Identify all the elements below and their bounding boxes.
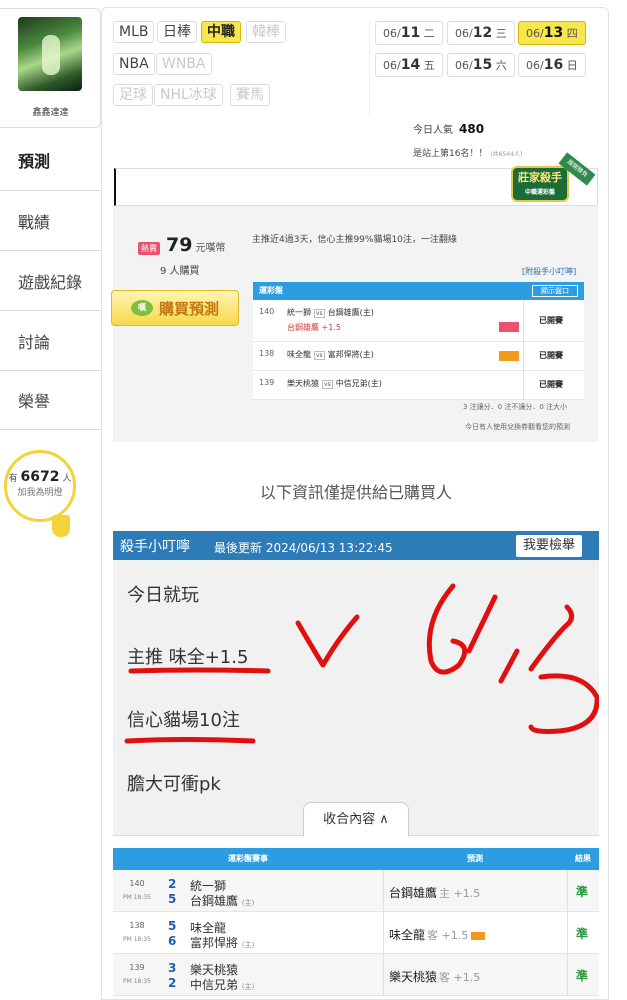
league-npb[interactable]: 日棒 — [157, 21, 197, 43]
handwritten-digit — [528, 673, 599, 734]
table-row: 140 統一獅 vs 台鋼雄鷹(主) 台鋼雄鷹 +1.5 已開賽 — [253, 300, 584, 342]
handwritten-slash — [466, 594, 498, 654]
coin-icon: 嘆 — [130, 300, 153, 316]
popularity-count: 480 — [459, 122, 485, 136]
username[interactable]: 鑫鑫達達 — [0, 105, 101, 118]
sidebar: 鑫鑫達達 預測 戰績 遊戲紀錄 討論 榮譽 有 6672 人 加我為明燈 — [0, 0, 101, 1000]
buy-prediction-button[interactable]: 嘆 購買預測 — [111, 290, 239, 326]
user-card[interactable]: 鑫鑫達達 — [0, 8, 101, 128]
buyers-count: 9 人購買 — [160, 266, 200, 277]
tag-icon — [471, 931, 486, 940]
table-row: 138 味全龍 vs 富邦悍將(主) 已開賽 — [253, 342, 584, 371]
avatar[interactable] — [18, 17, 82, 91]
note-updated: 最後更新 2024/06/13 13:22:45 — [214, 541, 393, 555]
league-nhl[interactable]: NHL冰球 — [154, 84, 223, 106]
note-line: 今日就玩 — [127, 585, 199, 606]
date-0616[interactable]: 06/16 日 — [518, 53, 586, 77]
league-cpbl[interactable]: 中職 — [201, 21, 241, 43]
voucher-note: 今日有人使用兌換券觀看您的預測 — [465, 423, 570, 431]
pick-cell: 味全龍客 +1.5 — [389, 926, 486, 943]
main-panel: MLB 日棒 中職 韓棒 NBA WNBA 足球 NHL冰球 賽馬 06/11 … — [101, 7, 609, 1000]
underline-mark — [124, 737, 256, 744]
bulb-icon — [52, 515, 70, 537]
tag-icon — [499, 351, 519, 361]
note-header: 殺手小叮嚀 最後更新 2024/06/13 13:22:45 我要檢舉 — [113, 531, 599, 560]
checkmark — [295, 614, 360, 668]
fans-bulb[interactable]: 有 6672 人 加我為明燈 — [4, 450, 76, 522]
nav-honor[interactable]: 榮譽 — [0, 370, 101, 430]
date-0611[interactable]: 06/11 二 — [375, 21, 443, 45]
price-tag: 熱賣 79 元嘆幣 — [138, 234, 225, 256]
result-badge: 準 — [575, 885, 588, 899]
fans-count: 6672 — [20, 469, 60, 485]
result-table: 運彩盤賽事 預測 結果 140 PM 18:35 2 統一獅 5 台鋼雄鷹 (主… — [113, 848, 599, 996]
nav-game-history[interactable]: 遊戲紀錄 — [0, 250, 101, 310]
report-button[interactable]: 我要檢舉 — [516, 535, 583, 557]
price: 79 — [166, 234, 193, 256]
date-0612[interactable]: 06/12 三 — [447, 21, 515, 45]
date-0613[interactable]: 06/13 四 — [518, 21, 586, 45]
site-rank: 是站上第16名！！ (共6544人) — [413, 149, 523, 159]
killer-note-link[interactable]: [附殺手小叮嚀] — [522, 266, 576, 277]
popularity: 今日人氣 480 — [413, 122, 485, 136]
result-table-header: 運彩盤賽事 預測 結果 — [113, 848, 599, 870]
divider — [369, 20, 370, 115]
mini-table-header: 運彩盤 顯示盤口 — [253, 282, 584, 300]
league-wnba[interactable]: WNBA — [156, 53, 212, 75]
pick-summary: 3 注讓分．0 注不讓分．0 注大小 — [463, 403, 568, 411]
table-row: 138 PM 18:35 5 味全龍 6 富邦悍將 (主) 味全龍客 +1.5 … — [113, 912, 599, 954]
league-soccer[interactable]: 足球 — [113, 84, 153, 106]
tag-icon — [499, 322, 519, 332]
prediction-preview: 熱賣 79 元嘆幣 9 人購買 嘆 購買預測 主推近4過3天，信心主推99%貓場… — [111, 206, 598, 442]
note-title: 殺手小叮嚀 — [120, 539, 190, 555]
table-row: 140 PM 18:35 2 統一獅 5 台鋼雄鷹 (主) 台鋼雄鷹主 +1.5… — [113, 870, 599, 912]
underline-mark — [128, 667, 271, 674]
pick-cell: 樂天桃猿客 +1.5 — [389, 970, 481, 984]
league-nba[interactable]: NBA — [113, 53, 155, 75]
league-mlb[interactable]: MLB — [113, 21, 155, 43]
buyers-only-notice: 以下資訊僅提供給已購買人 — [259, 483, 452, 502]
killer-note: 殺手小叮嚀 最後更新 2024/06/13 13:22:45 我要檢舉 今日就玩… — [113, 531, 599, 836]
pick-cell: 台鋼雄鷹主 +1.5 — [389, 886, 481, 900]
note-line: 信心貓場10注 — [127, 710, 240, 731]
follow-link[interactable]: 加我為明燈 — [7, 485, 73, 498]
summary-text: 主推近4過3天，信心主推99%貓場10注，一注翻綠 — [252, 235, 457, 245]
note-line: 膽大可衝pk — [127, 774, 221, 795]
collapse-content-button[interactable]: 收合內容 ∧ — [303, 802, 409, 836]
table-row: 139 PM 18:35 3 樂天桃猿 2 中信兄弟 (主) 樂天桃猿客 +1.… — [113, 954, 599, 996]
league-kbo[interactable]: 韓棒 — [246, 21, 286, 43]
handwritten-digit — [426, 583, 468, 675]
nav-record[interactable]: 戰績 — [0, 190, 101, 250]
note-line: 主推 味全+1.5 — [127, 647, 249, 668]
pick-text: 台鋼雄鷹 +1.5 — [287, 323, 341, 332]
result-badge: 準 — [575, 927, 588, 941]
date-0615[interactable]: 06/15 六 — [447, 53, 515, 77]
handwritten-digit — [528, 604, 575, 672]
league-horse[interactable]: 賽馬 — [230, 84, 270, 106]
result-badge: 準 — [575, 969, 588, 983]
handwritten-digit — [498, 648, 520, 684]
result-rows: 140 PM 18:35 2 統一獅 5 台鋼雄鷹 (主) 台鋼雄鷹主 +1.5… — [113, 870, 599, 996]
hot-badge: 熱賣 — [138, 242, 160, 255]
mini-prediction-table: 運彩盤 顯示盤口 140 統一獅 vs 台鋼雄鷹(主) 台鋼雄鷹 +1.5 已開賽 … — [253, 282, 584, 400]
dealer-killer-badge: 莊家殺手 中職運彩盤 展開勝負 — [509, 152, 596, 208]
badge-stamp: 莊家殺手 中職運彩盤 — [511, 166, 569, 202]
nav-discussion[interactable]: 討論 — [0, 310, 101, 370]
table-row: 139 樂天桃猿 vs 中信兄弟(主) 已開賽 — [253, 371, 584, 400]
nav-predict[interactable]: 預測 — [0, 130, 101, 190]
show-odds-button[interactable]: 顯示盤口 — [532, 285, 578, 297]
date-0614[interactable]: 06/14 五 — [375, 53, 443, 77]
